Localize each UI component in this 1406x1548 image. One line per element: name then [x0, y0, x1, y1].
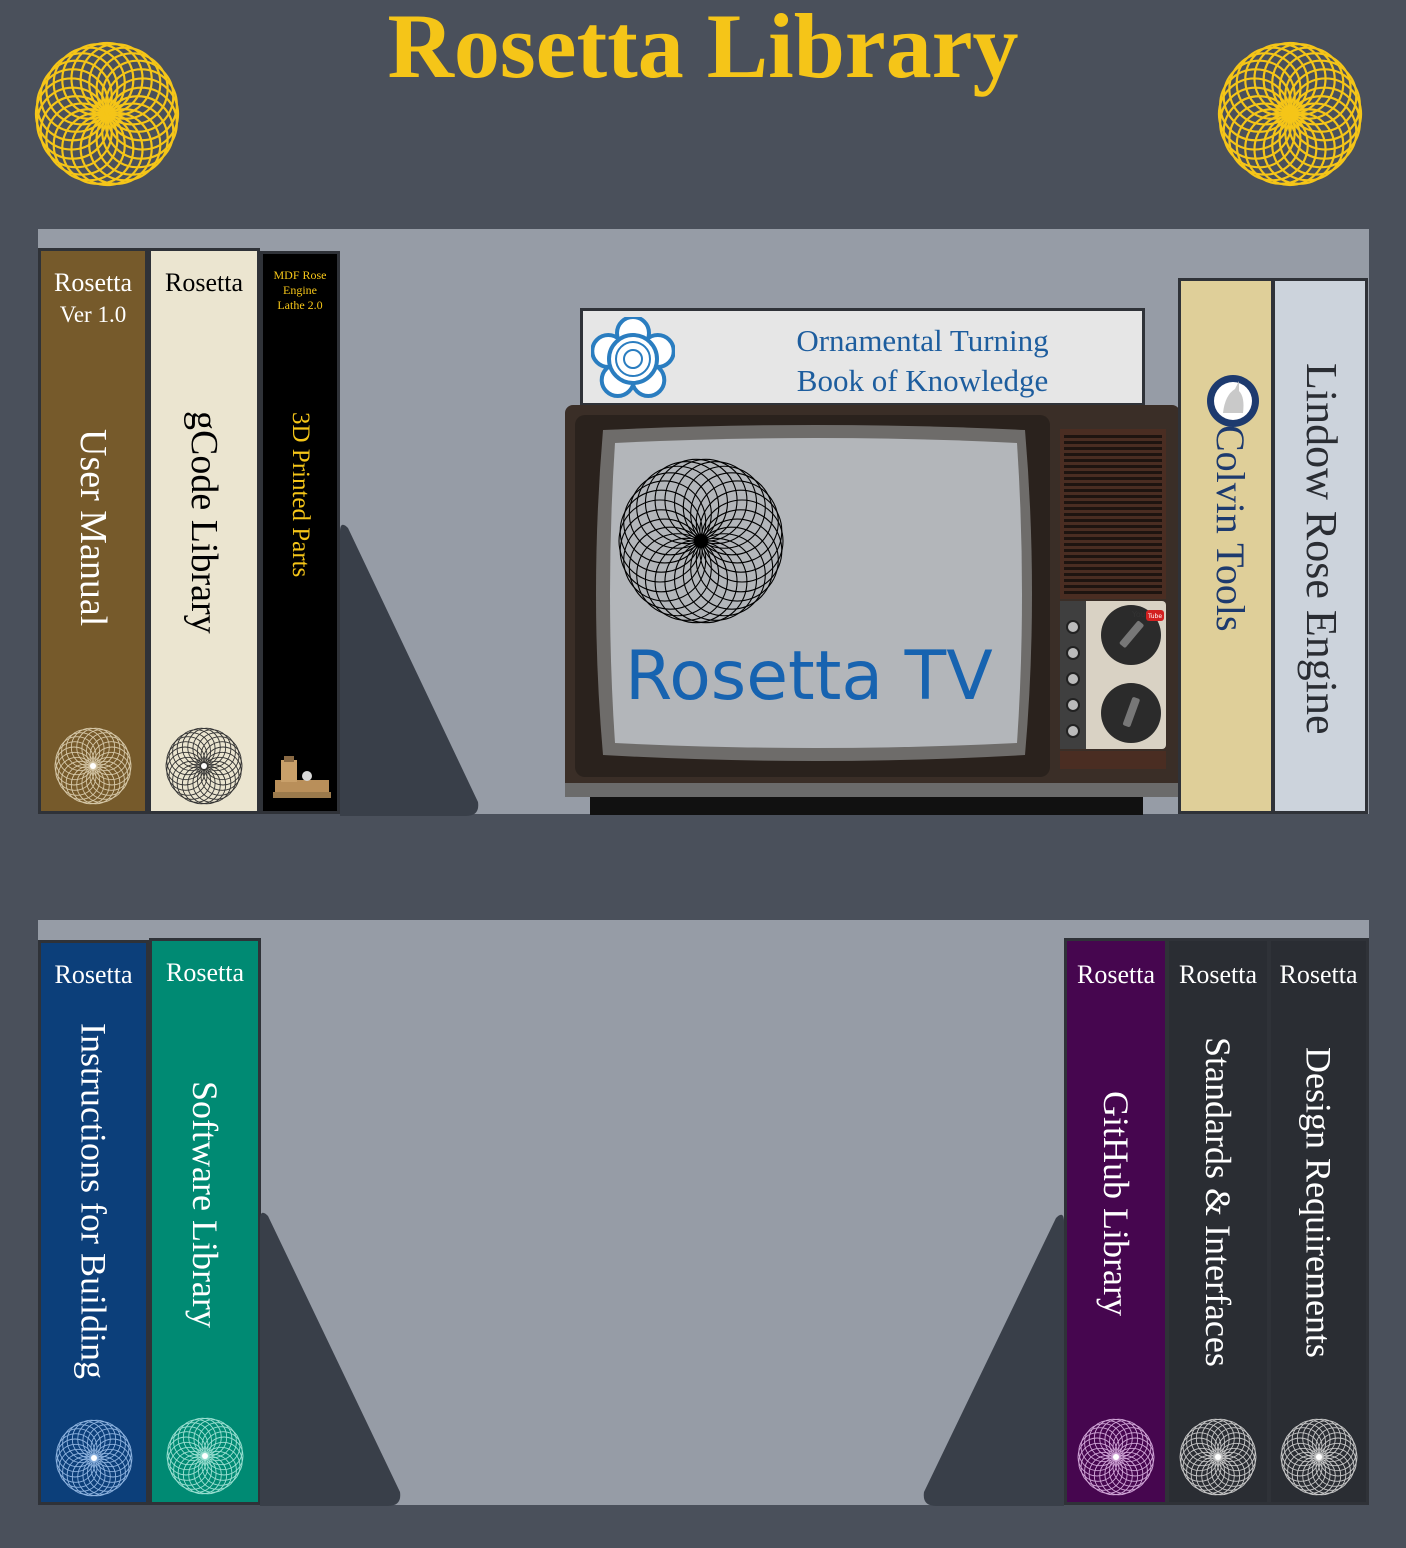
- svg-text:Colvin Tools: Colvin Tools: [1208, 425, 1253, 632]
- book-spine-label: 3D Printed Parts: [287, 412, 314, 578]
- svg-text:Lindow Rose Engine: Lindow Rose Engine: [1297, 363, 1346, 735]
- book-title: Rosetta: [1179, 960, 1257, 989]
- book-spine-label: gCode Library: [183, 411, 225, 634]
- tv-label: Rosetta TV: [625, 637, 993, 716]
- book-spine-label: Software Library: [185, 1081, 225, 1328]
- rosette-icon: [1077, 1418, 1155, 1496]
- book-title: Rosetta: [54, 960, 133, 989]
- svg-text:Tube: Tube: [1147, 613, 1162, 620]
- rosetta-tv[interactable]: You Tube Rosetta TV: [565, 405, 1180, 815]
- book-spine-label: User Manual: [72, 429, 114, 627]
- book-3d-printed-parts[interactable]: MDF Rose Engine Lathe 2.0 3D Printed Par…: [260, 251, 340, 814]
- book-spine-label: Lindow Rose Engine: [1297, 363, 1346, 735]
- book-user-manual[interactable]: Rosetta Ver 1.0 User Manual: [38, 248, 148, 814]
- rosette-icon: [166, 1417, 244, 1495]
- bookend: [923, 1214, 1064, 1506]
- book-title: Rosetta: [1077, 960, 1155, 989]
- bookend: [260, 1212, 401, 1506]
- book-title: Rosetta: [165, 268, 243, 297]
- book-colvin-tools[interactable]: Colvin Tools: [1178, 278, 1274, 814]
- tudor-rose-icon: [591, 317, 675, 399]
- book-gcode-library[interactable]: Rosetta gCode Library: [148, 248, 260, 814]
- book-ornamental-turning-knowledge[interactable]: Ornamental Turning Book of Knowledge: [580, 308, 1145, 406]
- book-instructions-for-building[interactable]: Rosetta Instructions for Building: [38, 940, 149, 1505]
- book-spine-label: Design Requirements: [1298, 1047, 1339, 1358]
- book-spine-label: Instructions for Building: [73, 1023, 114, 1379]
- book-github-library[interactable]: Rosetta GitHub Library: [1064, 938, 1168, 1505]
- book-spine-label: Standards & Interfaces: [1198, 1037, 1238, 1367]
- book-title-line1: Ornamental Turning: [796, 323, 1049, 358]
- youtube-icon: You Tube: [1131, 610, 1164, 621]
- rosette-icon: [165, 727, 243, 805]
- lathe-icon: [273, 756, 331, 798]
- book-subtitle-2: Engine: [283, 283, 317, 297]
- bookend: [340, 524, 479, 816]
- rosette-icon: [54, 727, 132, 805]
- book-subtitle-1: MDF Rose: [273, 268, 327, 282]
- rosette-icon: [34, 41, 180, 187]
- book-lindow-rose-engine[interactable]: Lindow Rose Engine: [1272, 278, 1368, 814]
- book-spine-label: GitHub Library: [1096, 1091, 1136, 1316]
- rosette-icon: [618, 458, 784, 624]
- rosette-icon: [55, 1419, 132, 1497]
- book-title: Rosetta: [166, 958, 244, 987]
- rosette-icon: [1217, 41, 1363, 187]
- book-spine-label: Colvin Tools: [1208, 425, 1253, 632]
- book-design-requirements[interactable]: Rosetta Design Requirements: [1268, 938, 1369, 1505]
- book-software-library[interactable]: Rosetta Software Library: [149, 938, 261, 1505]
- book-standards-interfaces[interactable]: Rosetta Standards & Interfaces: [1166, 938, 1270, 1505]
- svg-text:You: You: [1131, 610, 1146, 619]
- rosette-icon: [1179, 1418, 1257, 1496]
- book-title: Rosetta: [54, 268, 132, 297]
- page-title: Rosetta Library: [387, 0, 1019, 97]
- book-subtitle-3: Lathe 2.0: [277, 298, 323, 312]
- book-title: Rosetta: [1279, 960, 1358, 989]
- book-version: Ver 1.0: [59, 302, 127, 327]
- rosette-icon: [1280, 1418, 1357, 1496]
- book-title-line2: Book of Knowledge: [796, 363, 1049, 399]
